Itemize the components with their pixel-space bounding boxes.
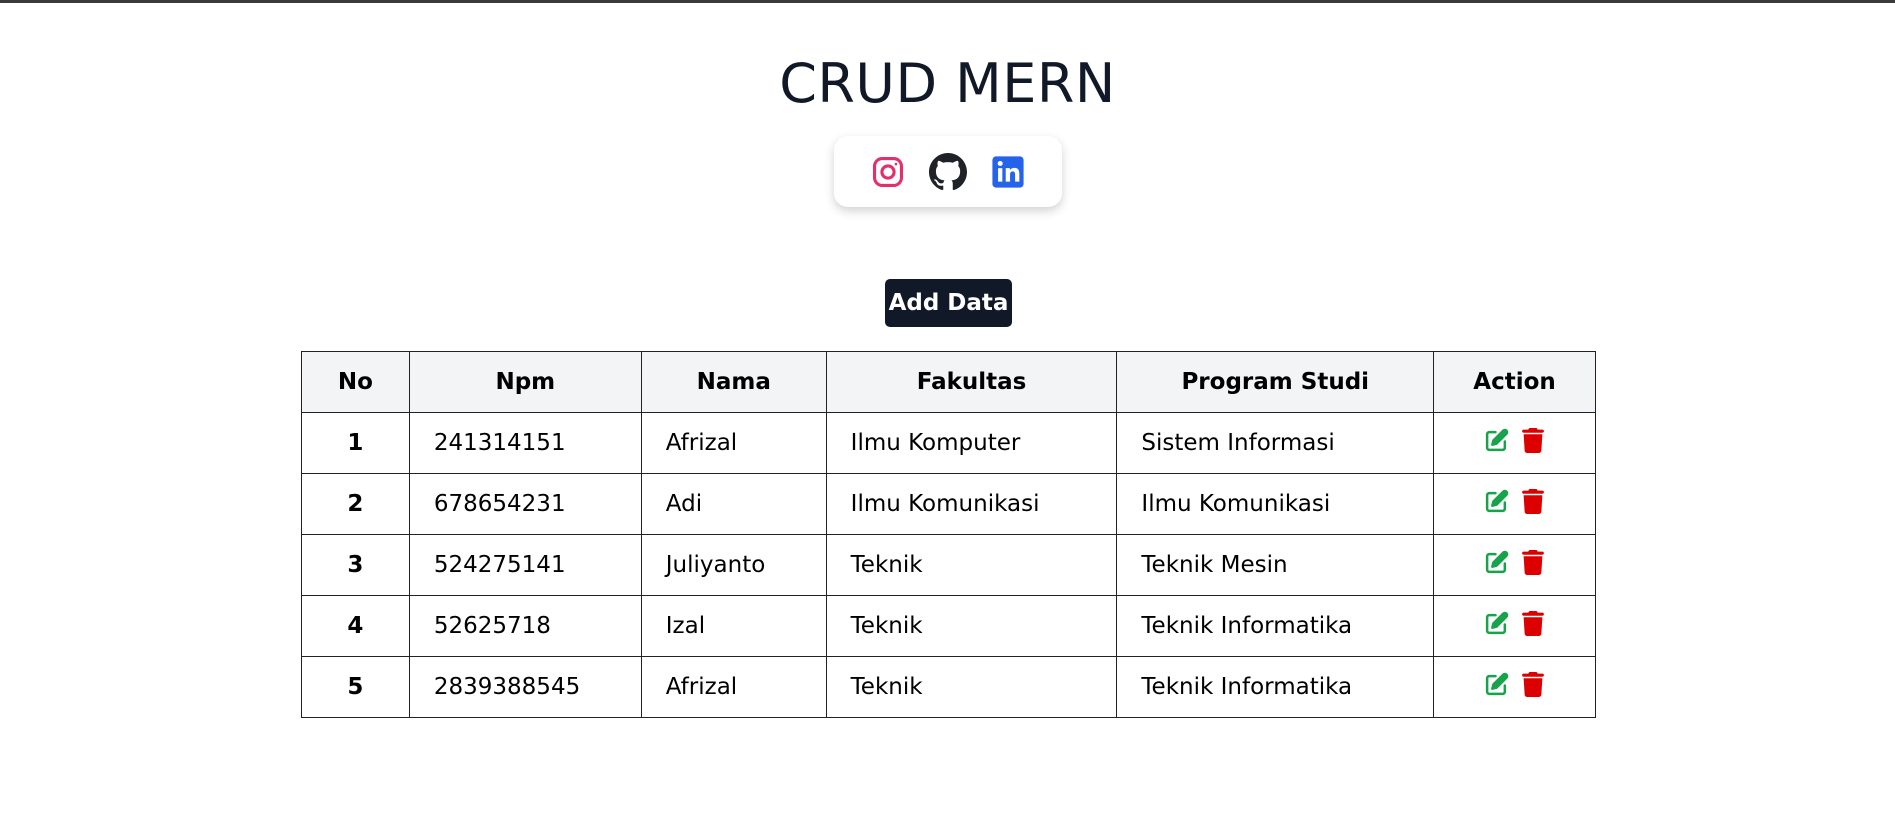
trash-icon[interactable] [1521,549,1546,575]
edit-icon[interactable] [1484,672,1509,697]
cell-no: 3 [301,534,410,596]
cell-npm: 678654231 [408,473,642,535]
header-nama: Nama [640,351,827,413]
trash-icon[interactable] [1521,488,1546,514]
cell-action [1433,534,1596,596]
cell-fakultas: Teknik [825,534,1118,596]
cell-nama: Adi [640,473,827,535]
cell-program-studi: Teknik Informatika [1116,656,1435,718]
table-header-row: No Npm Nama Fakultas Program Studi Actio… [301,351,1596,413]
top-border [0,0,1895,3]
cell-npm: 524275141 [408,534,642,596]
cell-no: 2 [301,473,410,535]
page-title: CRUD MERN [779,52,1116,115]
cell-no: 1 [301,412,410,474]
header-action: Action [1433,351,1596,413]
linkedin-icon[interactable] [989,153,1027,191]
cell-nama: Izal [640,595,827,657]
table-row: 2 678654231 Adi Ilmu Komunikasi Ilmu Kom… [301,473,1596,535]
edit-icon[interactable] [1484,428,1509,453]
edit-icon[interactable] [1484,489,1509,514]
cell-fakultas: Teknik [825,656,1118,718]
table-row: 1 241314151 Afrizal Ilmu Komputer Sistem… [301,412,1596,474]
edit-icon[interactable] [1484,550,1509,575]
cell-no: 5 [301,656,410,718]
cell-npm: 241314151 [408,412,642,474]
cell-action [1433,595,1596,657]
cell-fakultas: Ilmu Komunikasi [825,473,1118,535]
cell-npm: 52625718 [408,595,642,657]
cell-program-studi: Teknik Informatika [1116,595,1435,657]
trash-icon[interactable] [1521,427,1546,453]
cell-action [1433,656,1596,718]
cell-nama: Afrizal [640,656,827,718]
header-no: No [301,351,410,413]
cell-nama: Afrizal [640,412,827,474]
github-icon[interactable] [929,152,967,191]
social-links-card [834,136,1062,207]
cell-action [1433,473,1596,535]
cell-program-studi: Sistem Informasi [1116,412,1435,474]
cell-npm: 2839388545 [408,656,642,718]
data-table: No Npm Nama Fakultas Program Studi Actio… [301,351,1596,718]
table-row: 3 524275141 Juliyanto Teknik Teknik Mesi… [301,534,1596,596]
cell-fakultas: Ilmu Komputer [825,412,1118,474]
header-program-studi: Program Studi [1116,351,1435,413]
table-row: 4 52625718 Izal Teknik Teknik Informatik… [301,595,1596,657]
table-row: 5 2839388545 Afrizal Teknik Teknik Infor… [301,656,1596,718]
add-data-button[interactable]: Add Data [885,279,1012,327]
trash-icon[interactable] [1521,610,1546,636]
cell-program-studi: Ilmu Komunikasi [1116,473,1435,535]
header-fakultas: Fakultas [825,351,1118,413]
cell-no: 4 [301,595,410,657]
cell-program-studi: Teknik Mesin [1116,534,1435,596]
header-npm: Npm [408,351,642,413]
page: CRUD MERN Add Data No Npm Nama Fakultas … [0,0,1895,823]
instagram-icon[interactable] [869,153,907,191]
cell-nama: Juliyanto [640,534,827,596]
cell-action [1433,412,1596,474]
cell-fakultas: Teknik [825,595,1118,657]
trash-icon[interactable] [1521,671,1546,697]
edit-icon[interactable] [1484,611,1509,636]
